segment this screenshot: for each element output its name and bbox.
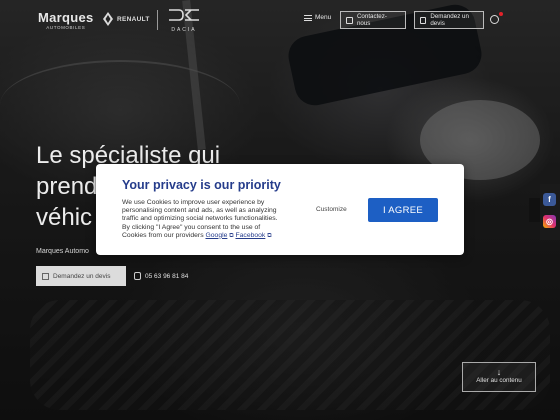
logo-divider [157,10,158,30]
external-link-icon: ⧉ [267,232,272,239]
hero-quote-label: Demandez un devis [53,272,111,280]
instagram-icon[interactable]: ◎ [543,215,556,228]
marques-logo[interactable]: Marques AUTOMOBILES [38,10,94,30]
cookie-dialog-text: We use Cookies to improve user experienc… [122,199,286,240]
contact-button[interactable]: Contactez-nous [340,11,406,29]
dacia-logo[interactable]: DACIA [166,8,202,33]
facebook-link[interactable]: Facebook [235,232,265,239]
arrow-down-icon: ↓ [496,367,502,377]
document-icon [42,272,49,280]
site-header: Marques AUTOMOBILES RENAULT DACIA Menu C… [0,0,560,40]
phone-link[interactable]: 05 63 96 81 84 [134,266,188,286]
menu-button[interactable]: Menu [304,14,331,21]
renault-diamond-icon [103,12,113,26]
skip-to-content-label: Aller au contenu [476,377,522,384]
mail-icon [346,16,353,24]
phone-number: 05 63 96 81 84 [145,272,189,280]
document-icon [420,16,427,24]
brand-name: Marques [38,10,94,25]
skip-to-content-button[interactable]: ↓ Aller au contenu [462,362,536,392]
user-icon[interactable] [490,15,499,24]
hamburger-icon [304,14,312,21]
header-quote-label: Demandez un devis [430,13,469,27]
notification-dot [499,12,503,16]
external-link-icon: ⧉ [229,232,234,239]
renault-logo[interactable]: RENAULT [103,12,150,26]
facebook-icon[interactable]: f [543,193,556,206]
agree-button[interactable]: I AGREE [368,198,438,222]
contact-label: Contactez-nous [356,13,387,27]
dacia-emblem-icon [169,9,199,21]
hero-quote-button[interactable]: Demandez un devis [36,266,126,286]
phone-icon [134,272,141,280]
menu-label: Menu [315,14,332,21]
renault-label: RENAULT [117,15,150,23]
header-quote-button[interactable]: Demandez un devis [414,11,484,29]
customize-button[interactable]: Customize [316,206,347,213]
cookie-consent-dialog: Your privacy is our priority We use Cook… [96,164,464,255]
brand-sub: AUTOMOBILES [46,25,86,30]
google-link[interactable]: Google [205,232,227,239]
cookie-dialog-title: Your privacy is our priority [122,178,281,192]
social-bar-tab[interactable] [529,198,540,222]
dacia-label: DACIA [171,27,197,33]
